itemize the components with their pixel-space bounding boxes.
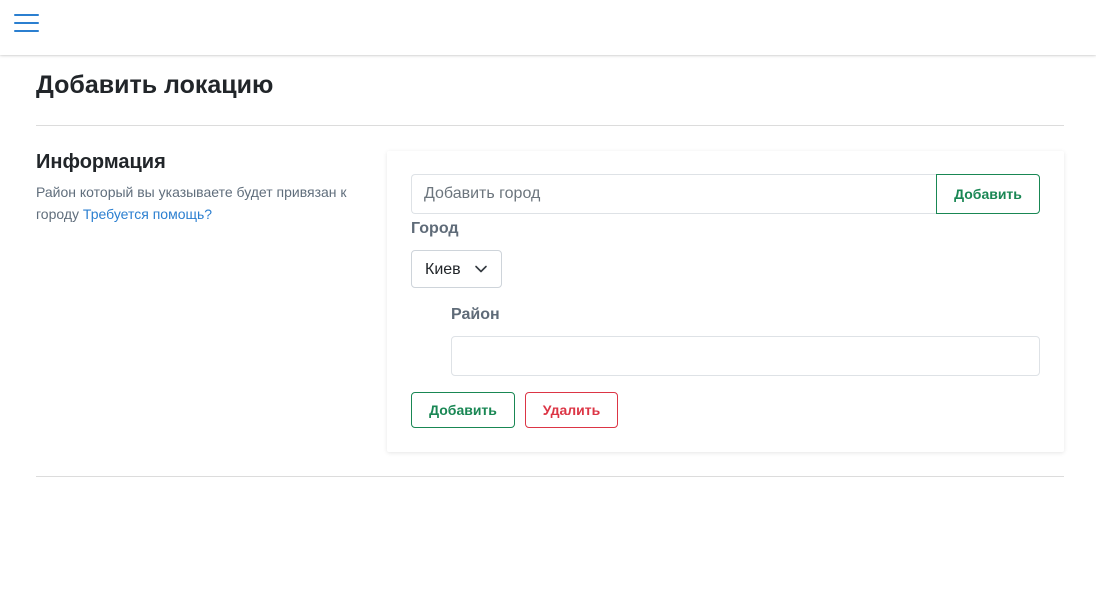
district-input[interactable] bbox=[451, 336, 1040, 376]
top-navbar bbox=[0, 0, 1096, 55]
add-button[interactable]: Добавить bbox=[411, 392, 515, 428]
district-label: Район bbox=[451, 306, 500, 323]
menu-line bbox=[14, 30, 39, 32]
hamburger-menu-icon[interactable] bbox=[14, 12, 40, 34]
menu-line bbox=[14, 14, 39, 16]
city-select[interactable]: Киев bbox=[411, 250, 502, 288]
info-description: Район который вы указываете будет привяз… bbox=[36, 182, 366, 225]
add-city-input[interactable] bbox=[411, 174, 937, 214]
location-form-card: Добавить Город Киев Район Добавить Удали… bbox=[387, 151, 1064, 452]
city-select-value: Киев bbox=[425, 261, 461, 278]
delete-button[interactable]: Удалить bbox=[525, 392, 618, 428]
help-link[interactable]: Требуется помощь? bbox=[83, 206, 212, 222]
divider-bottom bbox=[36, 476, 1064, 477]
city-label: Город bbox=[411, 220, 459, 237]
menu-line bbox=[14, 22, 39, 24]
info-section-title: Информация bbox=[36, 151, 166, 173]
page-title: Добавить локацию bbox=[36, 71, 274, 99]
chevron-down-icon bbox=[475, 265, 487, 273]
divider-top bbox=[36, 125, 1064, 126]
add-city-button[interactable]: Добавить bbox=[936, 174, 1040, 214]
